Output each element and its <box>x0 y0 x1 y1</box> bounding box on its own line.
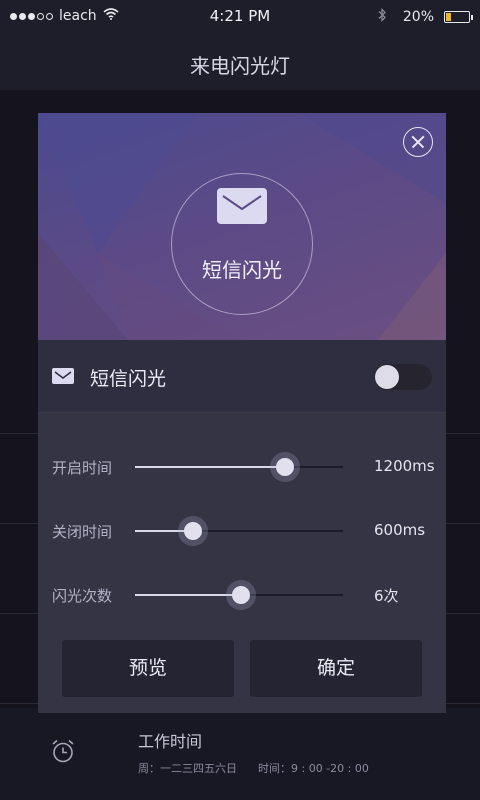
flash-count-slider[interactable] <box>135 580 343 610</box>
flash-count-slider-thumb[interactable] <box>232 586 251 604</box>
off-time-value: 600ms <box>374 521 426 539</box>
confirm-button[interactable]: 确定 <box>250 640 422 697</box>
preview-button[interactable]: 预览 <box>62 640 234 697</box>
battery-icon <box>444 11 473 23</box>
work-time-hours: 时间：9 : 00 -20 : 00 <box>258 762 369 775</box>
bluetooth-icon <box>377 7 387 26</box>
work-time-days: 周：一二三四五六日 <box>138 762 237 775</box>
envelope-icon <box>52 368 74 384</box>
close-button[interactable] <box>403 127 433 157</box>
hero-label: 短信闪光 <box>202 258 282 282</box>
sms-flash-toggle-row[interactable]: 短信闪光 <box>38 340 446 413</box>
title-bar: 来电闪光灯 <box>0 34 480 90</box>
sms-flash-dialog: 短信闪光 短信闪光 开启时间 1200ms 关闭时间 600ms 闪光次数 6次 <box>38 113 446 713</box>
on-time-slider-thumb[interactable] <box>275 458 294 476</box>
switch-knob[interactable] <box>375 365 399 389</box>
off-time-slider[interactable] <box>135 516 343 546</box>
dialog-hero: 短信闪光 <box>38 113 446 340</box>
off-time-label: 关闭时间 <box>52 523 113 541</box>
on-time-slider[interactable] <box>135 452 343 482</box>
envelope-icon <box>217 188 267 224</box>
on-time-label: 开启时间 <box>52 459 113 477</box>
sms-flash-label: 短信闪光 <box>90 368 167 390</box>
page-title: 来电闪光灯 <box>190 54 290 78</box>
work-time-title: 工作时间 <box>138 732 203 751</box>
alarm-clock-icon <box>50 738 76 764</box>
status-bar: leach 4:21 PM 20% <box>0 0 480 34</box>
flash-count-value: 6次 <box>374 587 399 605</box>
on-time-value: 1200ms <box>374 457 435 475</box>
sms-flash-switch[interactable] <box>374 364 432 390</box>
flash-count-label: 闪光次数 <box>52 587 113 605</box>
battery-percent: 20% <box>402 9 434 25</box>
status-right: 20% <box>377 7 473 26</box>
